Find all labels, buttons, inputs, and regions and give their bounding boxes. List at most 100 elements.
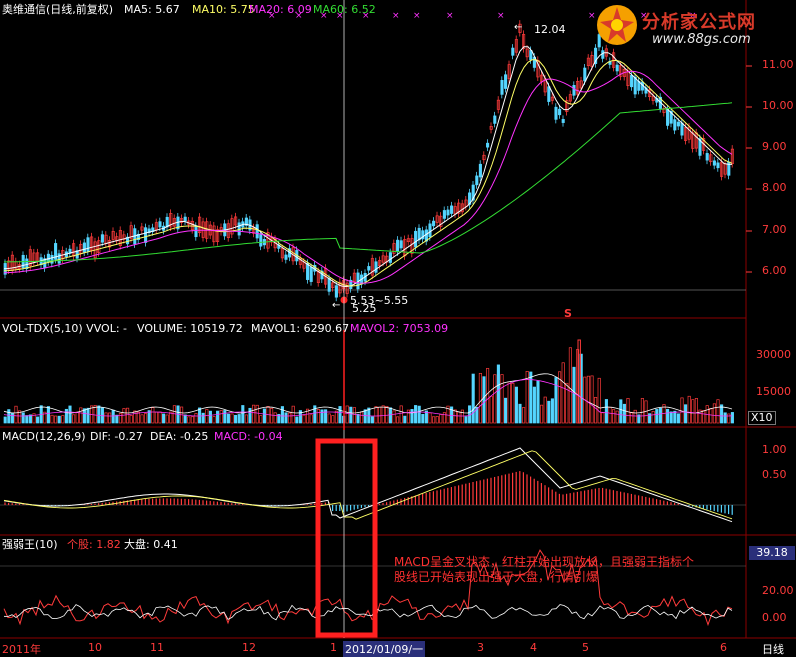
cursor-date-label: 2012/01/09/一	[343, 641, 426, 657]
volume-bar	[500, 374, 504, 424]
dea-line	[3, 450, 733, 520]
volume-bar	[439, 414, 443, 424]
stock-title: 奥维通信(日线,前复权)	[2, 3, 114, 16]
volume-bar	[194, 413, 198, 424]
candle-body	[334, 285, 338, 298]
volume-bar	[655, 409, 659, 424]
volume-bar	[421, 413, 425, 424]
volume-bar	[212, 416, 216, 424]
volume-bar	[309, 414, 313, 424]
volume-bar	[673, 410, 677, 424]
price-tick: 7.00	[762, 223, 787, 236]
volume-bar	[460, 409, 464, 424]
volume-bar	[543, 396, 547, 424]
candle-body	[712, 160, 716, 166]
volume-bar	[676, 413, 680, 424]
volume-bar	[190, 416, 194, 424]
candle-body	[630, 75, 634, 88]
volume-bar	[64, 408, 68, 424]
ma60-label: MA60: 6.52	[313, 3, 376, 16]
volume-spike-bar	[577, 339, 581, 424]
volume-bar	[129, 415, 133, 424]
volume-bar	[572, 366, 576, 424]
volume-bar	[183, 414, 187, 424]
volume-bar	[604, 399, 608, 424]
price-tick: 6.00	[762, 264, 787, 277]
date-label: 1	[330, 641, 337, 654]
strength-tick: 20.00	[762, 584, 794, 597]
date-label: 6	[720, 641, 727, 654]
volume-bar	[658, 407, 662, 424]
volume-bar	[144, 413, 148, 424]
volume-bar	[399, 405, 403, 424]
candle-body	[561, 119, 565, 123]
volume-bar	[237, 414, 241, 424]
volume-bar	[381, 405, 385, 424]
volume-bar	[522, 407, 526, 424]
volume-bar	[162, 413, 166, 424]
volume-bar	[709, 408, 713, 424]
volume-bar	[154, 411, 158, 424]
ma5-label: MA5: 5.67	[124, 3, 180, 16]
volume-bar	[320, 409, 324, 424]
volume-bar	[46, 406, 50, 424]
volume-bar	[198, 407, 202, 424]
volume-bar	[97, 405, 101, 424]
volume-bar	[669, 411, 673, 424]
volume-bar	[666, 408, 670, 424]
candle-body	[500, 80, 504, 95]
volume-tick: 30000	[756, 348, 791, 361]
candle-body	[255, 224, 259, 239]
volume-bar	[36, 416, 40, 424]
volume-bar	[432, 416, 436, 424]
volume-bar	[338, 406, 342, 424]
candle-body	[554, 106, 558, 120]
candle-body	[428, 223, 432, 238]
volume-bar	[622, 403, 626, 424]
candle-body	[432, 220, 436, 227]
volume-bar	[316, 409, 320, 424]
volume-bar	[273, 412, 277, 424]
volume-bar	[284, 412, 288, 424]
volume-bar	[453, 409, 457, 424]
candle-body	[396, 239, 400, 253]
volume-bar	[14, 405, 18, 424]
highlight-box	[315, 438, 378, 638]
volume-bar	[489, 395, 493, 424]
candle-body	[414, 230, 418, 248]
volume-bar	[640, 398, 644, 424]
event-marker: ×	[497, 11, 505, 21]
volume-bar	[356, 413, 360, 424]
volume-bar	[57, 415, 61, 424]
annotation-text: MACD呈金叉状态，红柱开始出现放长，且强弱王指标个股线已开始表现出强于大盘，行…	[394, 555, 694, 584]
candle-body	[57, 253, 61, 264]
volume-bar	[410, 409, 414, 424]
candle-body	[705, 153, 709, 161]
candle-body	[442, 210, 446, 219]
volume-bar	[136, 411, 140, 424]
period-label[interactable]: 日线	[762, 641, 784, 657]
site-url: www.88gs.com	[652, 32, 751, 47]
ma10-line	[3, 59, 733, 287]
candle-body	[450, 205, 454, 214]
candle-body	[194, 225, 198, 238]
volume-bar	[262, 408, 266, 424]
volume-bar	[3, 416, 7, 424]
volume-bar	[612, 409, 616, 424]
mavol1-value: MAVOL1: 6290.67	[251, 322, 350, 335]
volume-bar	[86, 407, 90, 424]
candle-body	[259, 234, 263, 247]
price-tick: 8.00	[762, 181, 787, 194]
ma10-label: MA10: 5.75	[192, 3, 255, 16]
volume-bar	[486, 368, 490, 424]
candle-body	[284, 254, 288, 260]
volume-bar	[259, 415, 263, 424]
volume-bar	[219, 410, 223, 424]
volume-bar	[7, 409, 11, 424]
volume-bar	[255, 404, 259, 424]
macd-dea: DEA: -0.25	[150, 430, 209, 443]
volume-bar	[252, 404, 256, 424]
volume-bar	[248, 407, 252, 424]
volume-bar	[72, 414, 76, 424]
volume-bar	[352, 407, 356, 424]
